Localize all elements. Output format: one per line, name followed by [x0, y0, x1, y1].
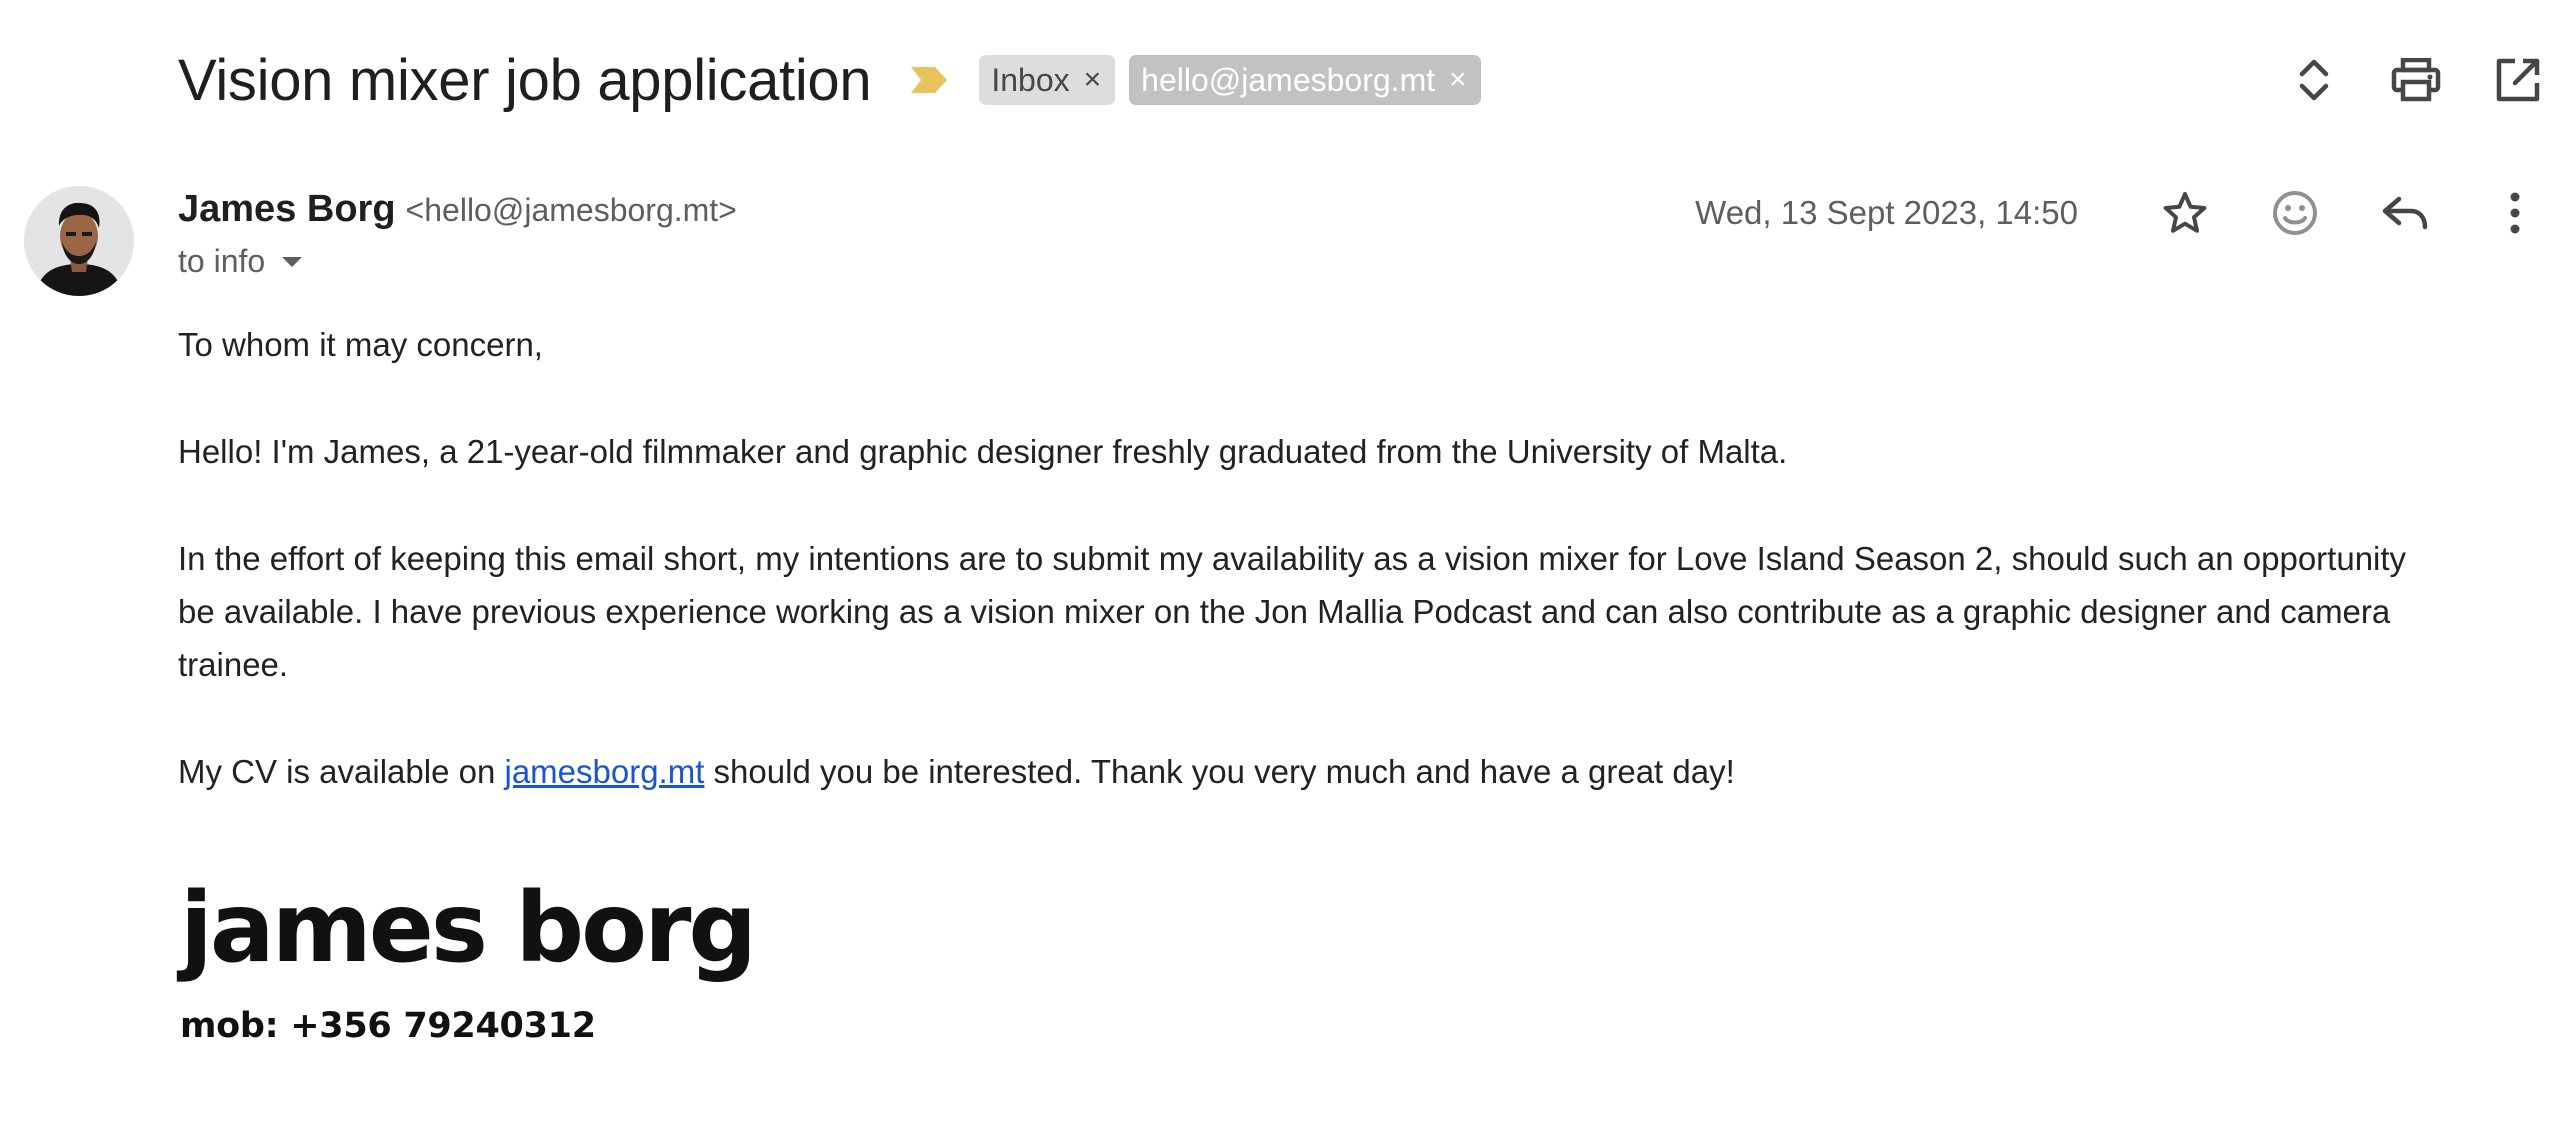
star-icon	[2163, 192, 2207, 233]
remove-label-icon[interactable]: ×	[1084, 65, 1102, 95]
print-icon	[2391, 58, 2441, 102]
recipient-text: to info	[178, 243, 266, 279]
header-actions	[2242, 50, 2548, 110]
sender-line: James Borg <hello@jamesborg.mt>	[178, 188, 737, 231]
cv-text-after: should you be interested. Thank you very…	[704, 753, 1735, 790]
body-cv-line: My CV is available on jamesborg.mt shoul…	[178, 745, 2418, 798]
remove-label-icon[interactable]: ×	[1449, 65, 1467, 95]
body-intro: Hello! I'm James, a 21-year-old filmmake…	[178, 433, 1788, 470]
message-date: Wed, 13 Sept 2023, 14:50	[1695, 194, 2078, 231]
cv-website-link[interactable]: jamesborg.mt	[504, 753, 704, 790]
sender-email: <hello@jamesborg.mt>	[405, 192, 737, 228]
open-in-new-window-icon	[2496, 58, 2540, 102]
email-signature: james borg mob: +356 79240312	[180, 872, 757, 1046]
expand-collapse-icon	[2299, 59, 2329, 101]
signature-mobile: mob: +356 79240312	[180, 1006, 596, 1046]
cv-text-before: My CV is available on	[178, 753, 505, 790]
body-greeting: To whom it may concern,	[178, 326, 543, 363]
more-options-button[interactable]	[2482, 180, 2548, 246]
message-body: To whom it may concern, Hello! I'm James…	[178, 318, 2418, 852]
more-options-icon	[2510, 192, 2520, 234]
label-chip-address[interactable]: hello@jamesborg.mt ×	[1129, 55, 1481, 105]
email-view: Vision mixer job application Inbox × hel…	[0, 0, 2560, 1131]
reply-icon	[2382, 196, 2428, 230]
sender-info: James Borg <hello@jamesborg.mt> to info	[178, 188, 737, 280]
body-paragraph: In the effort of keeping this email shor…	[178, 540, 2407, 683]
importance-marker-icon[interactable]	[909, 65, 949, 95]
message-meta: Wed, 13 Sept 2023, 14:50	[1695, 180, 2548, 246]
emoji-reaction-icon	[2273, 191, 2317, 235]
label-chip-inbox[interactable]: Inbox ×	[979, 55, 1116, 105]
reply-button[interactable]	[2372, 180, 2438, 246]
recipient-details-toggle[interactable]: to info	[178, 243, 737, 280]
sender-avatar[interactable]	[24, 186, 134, 296]
email-subject: Vision mixer job application	[178, 47, 872, 113]
label-chip-text: hello@jamesborg.mt	[1141, 61, 1436, 98]
chevron-down-icon	[282, 256, 303, 267]
open-in-new-window-button[interactable]	[2488, 50, 2548, 110]
star-button[interactable]	[2152, 180, 2218, 246]
signature-name: james borg	[180, 872, 757, 984]
add-reaction-button[interactable]	[2262, 180, 2328, 246]
sender-name[interactable]: James Borg	[178, 188, 396, 231]
label-chip-text: Inbox	[991, 61, 1070, 98]
expand-collapse-button[interactable]	[2284, 50, 2344, 110]
print-button[interactable]	[2386, 50, 2446, 110]
subject-row: Vision mixer job application Inbox × hel…	[178, 38, 1481, 122]
